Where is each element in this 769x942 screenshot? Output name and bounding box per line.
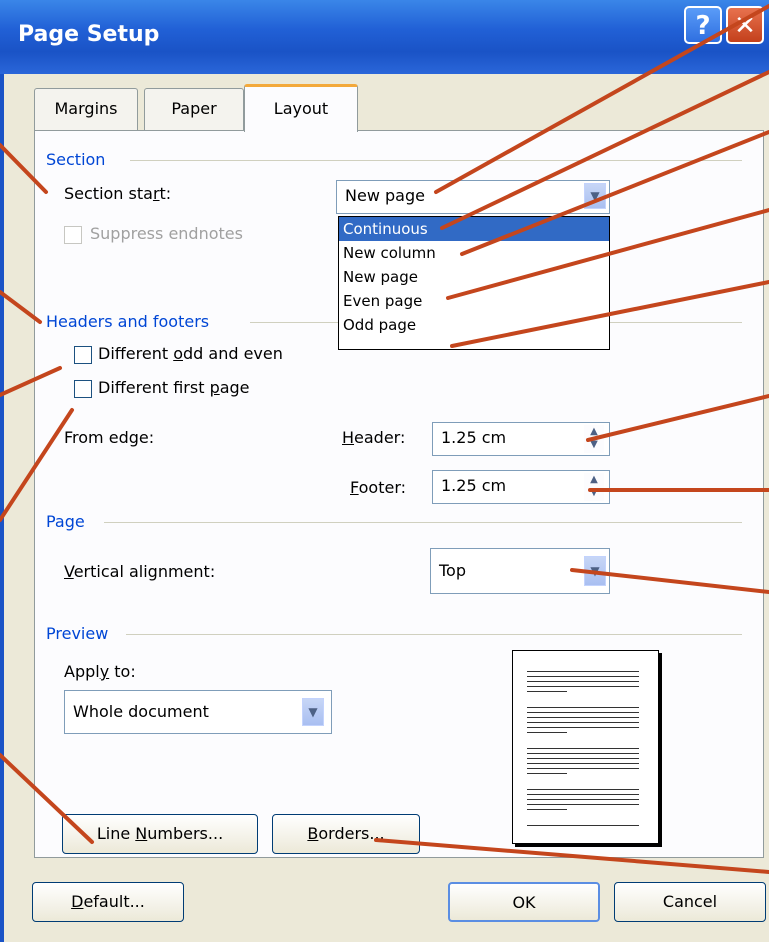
dropdown-option-even-page[interactable]: Even page bbox=[339, 289, 609, 313]
line-numbers-button[interactable]: Line Numbers... bbox=[62, 814, 258, 854]
tab-margins[interactable]: Margins bbox=[34, 88, 138, 130]
window-frame bbox=[0, 74, 4, 942]
tab-layout[interactable]: Layout bbox=[244, 84, 358, 132]
borders-button[interactable]: Borders... bbox=[272, 814, 420, 854]
header-distance-value: 1.25 cm bbox=[441, 428, 507, 447]
vertical-alignment-value: Top bbox=[439, 561, 466, 580]
spin-up-down-icon[interactable]: ▲ ▼ bbox=[584, 473, 604, 501]
dropdown-option-new-column[interactable]: New column bbox=[339, 241, 609, 265]
different-odd-even-checkbox[interactable] bbox=[74, 346, 92, 364]
page-group-label: Page bbox=[46, 512, 95, 531]
preview-rule bbox=[126, 634, 742, 635]
headers-footers-group-label: Headers and footers bbox=[46, 312, 220, 331]
section-start-value: New page bbox=[345, 186, 425, 205]
vertical-alignment-label: Vertical alignment: bbox=[64, 562, 216, 581]
vertical-alignment-combo[interactable]: Top bbox=[430, 548, 610, 594]
section-start-label: Section start: bbox=[64, 184, 172, 203]
chevron-down-icon[interactable]: ▼ bbox=[584, 183, 606, 209]
dropdown-option-new-page[interactable]: New page bbox=[339, 265, 609, 289]
page-preview bbox=[512, 650, 659, 844]
different-odd-even-label: Different odd and even bbox=[98, 344, 283, 363]
apply-to-value: Whole document bbox=[73, 702, 209, 721]
footer-distance-value: 1.25 cm bbox=[441, 476, 507, 495]
apply-to-combo[interactable]: Whole document bbox=[64, 690, 332, 734]
section-start-combo[interactable]: New page bbox=[336, 180, 610, 214]
apply-to-label: Apply to: bbox=[64, 662, 136, 681]
different-first-page-checkbox[interactable] bbox=[74, 380, 92, 398]
spin-up-down-icon[interactable]: ▲ ▼ bbox=[584, 425, 604, 453]
dropdown-option-odd-page[interactable]: Odd page bbox=[339, 313, 609, 337]
from-edge-label: From edge: bbox=[64, 428, 155, 447]
preview-group-label: Preview bbox=[46, 624, 119, 643]
section-start-dropdown-list[interactable]: Continuous New column New page Even page… bbox=[338, 216, 610, 350]
ok-button[interactable]: OK bbox=[448, 882, 600, 922]
suppress-endnotes-checkbox[interactable] bbox=[64, 226, 82, 244]
chevron-down-icon[interactable]: ▼ bbox=[584, 556, 606, 586]
help-icon[interactable]: ? bbox=[684, 6, 722, 44]
cancel-button[interactable]: Cancel bbox=[614, 882, 766, 922]
default-button[interactable]: Default... bbox=[32, 882, 184, 922]
suppress-endnotes-label: Suppress endnotes bbox=[90, 224, 243, 243]
section-rule bbox=[130, 160, 742, 161]
tab-paper[interactable]: Paper bbox=[144, 88, 244, 130]
header-label: Header: bbox=[342, 428, 406, 447]
page-rule bbox=[104, 522, 742, 523]
footer-label: Footer: bbox=[350, 478, 407, 497]
different-first-page-label: Different first page bbox=[98, 378, 250, 397]
dialog-title: Page Setup bbox=[18, 22, 160, 47]
section-group-label: Section bbox=[46, 150, 116, 169]
dropdown-option-continuous[interactable]: Continuous bbox=[339, 217, 609, 241]
chevron-down-icon[interactable]: ▼ bbox=[302, 698, 324, 726]
close-icon[interactable]: ✕ bbox=[726, 6, 764, 44]
